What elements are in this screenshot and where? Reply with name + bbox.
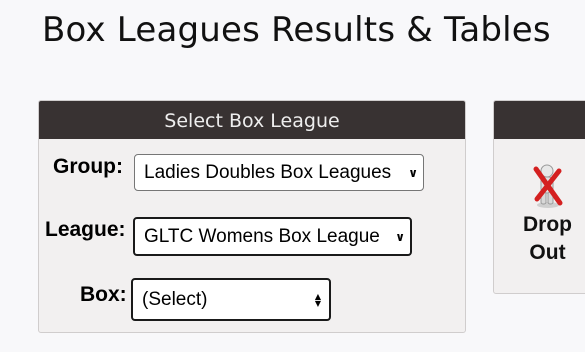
drop-out-label-line1: Drop: [523, 213, 572, 236]
group-select-value: Ladies Doubles Box Leagues: [144, 161, 392, 183]
box-select[interactable]: (Select) ▲ ▼: [131, 278, 331, 321]
drop-out-button[interactable]: Drop Out: [500, 163, 585, 267]
drop-out-label-line2: Out: [529, 241, 566, 264]
person-cross-icon: [533, 164, 562, 208]
box-label: Box:: [80, 283, 127, 306]
actions-panel: Drop Out: [493, 100, 585, 294]
chevron-down-icon: ∨: [395, 229, 405, 244]
chevron-down-icon: ∨: [408, 165, 418, 180]
actions-panel-header: [494, 101, 585, 139]
select-box-league-panel: Select Box League Group: Ladies Doubles …: [38, 100, 466, 333]
panel-header: Select Box League: [39, 101, 465, 139]
group-label: Group:: [53, 155, 123, 178]
updown-arrows-icon: ▲ ▼: [314, 291, 321, 308]
group-select[interactable]: Ladies Doubles Box Leagues ∨: [134, 154, 424, 191]
league-label: League:: [45, 218, 126, 241]
box-select-value: (Select): [142, 288, 208, 310]
page-title: Box Leagues Results & Tables: [42, 10, 551, 50]
league-select-value: GLTC Womens Box League: [144, 225, 380, 247]
league-select[interactable]: GLTC Womens Box League ∨: [133, 217, 412, 256]
